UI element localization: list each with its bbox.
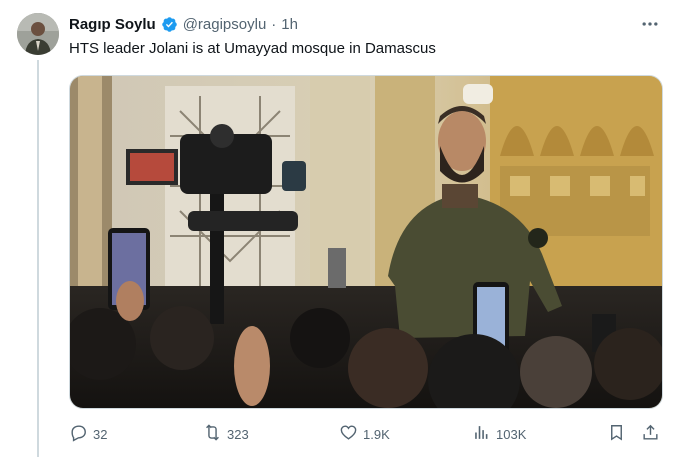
action-bar: 32 323 1.9K 103K <box>69 422 663 446</box>
share-button[interactable] <box>641 422 660 446</box>
repost-count: 323 <box>227 426 249 442</box>
share-icon <box>641 423 660 445</box>
views-count: 103K <box>496 426 527 442</box>
author-name[interactable]: Ragıp Soylu <box>69 16 156 33</box>
views-button[interactable]: 103K <box>472 422 526 446</box>
tweet-text: HTS leader Jolani is at Umayyad mosque i… <box>69 40 436 57</box>
author-handle[interactable]: @ragipsoylu <box>183 16 267 33</box>
repost-icon <box>203 423 222 445</box>
bookmark-icon <box>607 423 626 445</box>
tweet-card: Ragıp Soylu @ragipsoylu · 1h HTS leader … <box>0 0 680 457</box>
tweet-header: Ragıp Soylu @ragipsoylu · 1h <box>69 14 298 34</box>
like-icon <box>339 423 358 445</box>
avatar[interactable] <box>17 13 59 55</box>
repost-button[interactable]: 323 <box>203 422 249 446</box>
views-icon <box>472 423 491 445</box>
separator-dot: · <box>271 15 277 33</box>
timestamp[interactable]: 1h <box>281 16 298 33</box>
tweet-photo[interactable] <box>69 75 663 409</box>
reply-icon <box>69 423 88 445</box>
verified-badge-icon <box>161 16 178 33</box>
more-icon[interactable] <box>637 14 663 34</box>
like-count: 1.9K <box>363 426 390 442</box>
reply-button[interactable]: 32 <box>69 422 107 446</box>
like-button[interactable]: 1.9K <box>339 422 390 446</box>
bookmark-button[interactable] <box>607 422 626 446</box>
reply-count: 32 <box>93 426 108 442</box>
thread-line <box>37 60 39 457</box>
